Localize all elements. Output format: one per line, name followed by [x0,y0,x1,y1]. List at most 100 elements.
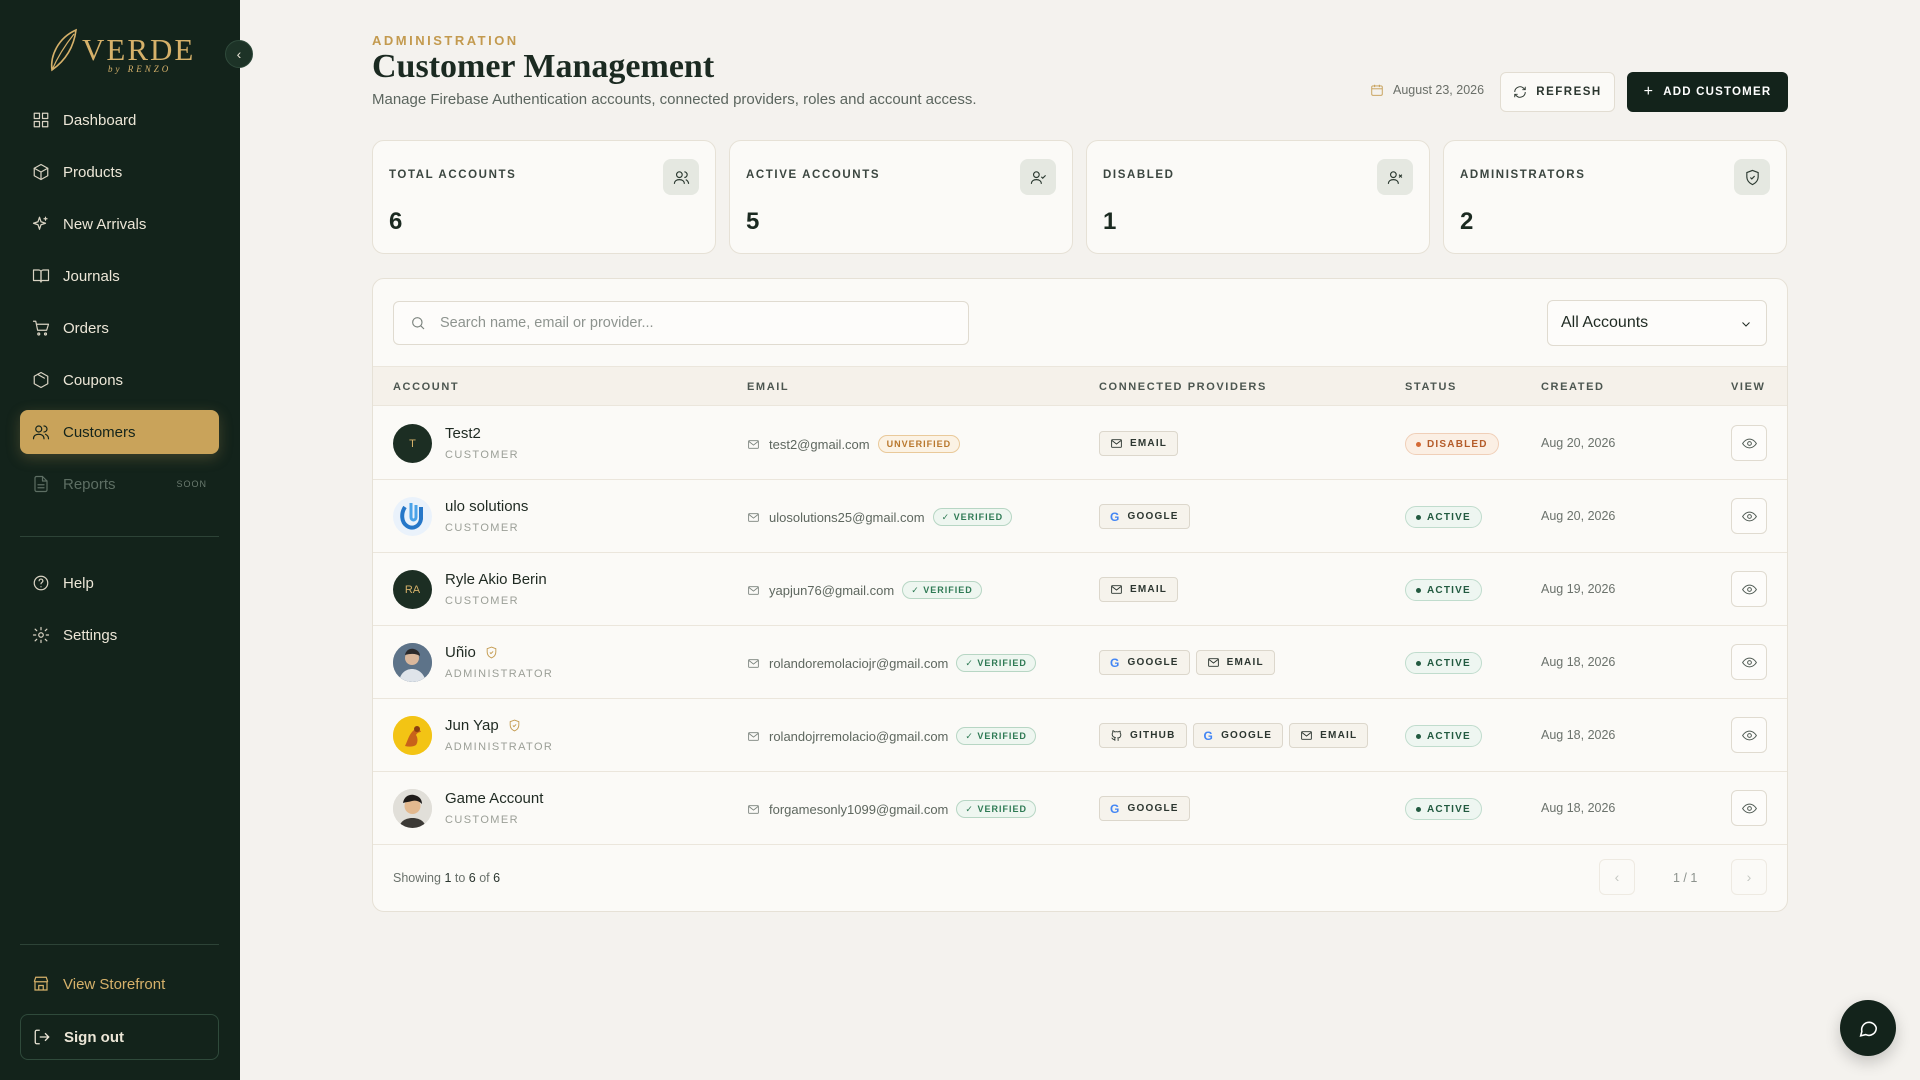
stat-label: ADMINISTRATORS [1460,169,1586,181]
refresh-button[interactable]: REFRESH [1500,72,1615,112]
status-label: ACTIVE [1427,803,1471,815]
verification-label: VERIFIED [977,731,1027,741]
brand-logo[interactable]: VERDE by RENZO [44,24,204,78]
table-row[interactable]: ulo solutions CUSTOMER ulosolutions25@gm… [373,480,1787,553]
tag-icon [33,371,49,389]
mail-icon [1207,656,1220,669]
sidebar-item-settings[interactable]: Settings [20,613,219,657]
provider-label: GOOGLE [1127,511,1179,522]
search-box[interactable] [393,301,969,345]
mail-icon [1110,583,1123,596]
provider-chip: EMAIL [1099,577,1179,602]
table-row[interactable]: Uñio ADMINISTRATOR rolandoremolaciojr@gm… [373,626,1787,699]
logout-icon [34,1029,50,1045]
stat-value: 5 [746,208,760,235]
user-photo-icon [393,716,432,755]
provider-chip: EMAIL [1195,650,1275,675]
account-role: ADMINISTRATOR [445,741,554,753]
users-icon [663,159,699,195]
mail-icon [748,512,759,522]
view-account-button[interactable] [1731,790,1767,826]
view-account-button[interactable] [1731,717,1767,753]
stat-administrators: ADMINISTRATORS 2 [1443,140,1787,254]
table-row[interactable]: RA Ryle Akio Berin CUSTOMER yapjun76@gma… [373,553,1787,626]
sidebar-item-coupons[interactable]: Coupons [20,358,219,402]
current-date: August 23, 2026 [1370,83,1484,97]
eye-icon [1741,584,1757,594]
github-icon [1110,729,1123,742]
view-account-button[interactable] [1731,571,1767,607]
showing-to-word: to [454,871,466,885]
provider-label: GITHUB [1130,730,1176,741]
status-dot-icon [1416,806,1421,812]
check-icon: ✓ [965,657,978,668]
shield-check-icon [1734,159,1770,195]
brand-tagline: by RENZO [108,64,172,74]
status-badge: ACTIVE [1405,798,1482,820]
check-icon: ✓ [911,584,924,595]
sidebar-item-label: New Arrivals [63,215,147,233]
table-row[interactable]: T Test2 CUSTOMER test2@gmail.com UNVERIF… [373,407,1787,480]
refresh-icon [1514,86,1526,98]
soon-badge: SOON [176,479,207,489]
sidebar-item-label: Journals [63,267,120,285]
account-name: Ryle Akio Berin [445,571,547,588]
account-email: yapjun76@gmail.com ✓ VERIFIED [747,581,982,599]
collapse-sidebar-button[interactable]: ‹ [225,40,253,68]
provider-chip: GITHUB [1099,723,1187,748]
showing-from: 1 [444,871,452,885]
table-row[interactable]: Game Account CUSTOMER forgamesonly1099@g… [373,772,1787,845]
sidebar-item-help[interactable]: Help [20,561,219,605]
calendar-icon [1371,84,1383,96]
stat-label: DISABLED [1103,169,1175,181]
table-row[interactable]: Jun Yap ADMINISTRATOR rolandojrremolacio… [373,699,1787,772]
chat-button[interactable] [1840,1000,1896,1056]
account-name: Uñio [445,644,498,661]
status-badge: ACTIVE [1405,506,1482,528]
brand-name: VERDE [82,32,196,67]
plus-icon: + [1643,83,1655,100]
sidebar-item-journals[interactable]: Journals [20,254,219,298]
add-customer-button[interactable]: + ADD CUSTOMER [1627,72,1788,112]
avatar [393,716,432,755]
sidebar: VERDE by RENZO Dashboard Products New Ar… [0,0,240,1080]
provider-label: EMAIL [1226,657,1264,668]
view-storefront-label: View Storefront [63,975,166,993]
account-filter-select[interactable]: All Accounts [1547,300,1767,346]
admin-shield-icon [509,719,519,732]
provider-chip: G GOOGLE [1099,504,1190,529]
sidebar-item-label: Orders [63,319,109,337]
column-header-email: EMAIL [747,381,790,393]
email-text: test2@gmail.com [769,436,870,452]
chevron-right-icon: › [1746,869,1752,885]
view-account-button[interactable] [1731,498,1767,534]
sidebar-item-customers[interactable]: Customers [20,410,219,454]
add-customer-label: ADD CUSTOMER [1663,86,1772,98]
next-page-button[interactable]: › [1731,859,1767,895]
email-text: forgamesonly1099@gmail.com [769,801,949,817]
showing-prefix: Showing [393,871,441,885]
sidebar-item-new-arrivals[interactable]: New Arrivals [20,202,219,246]
provider-chip: G GOOGLE [1192,723,1284,748]
verification-label: VERIFIED [953,512,1004,522]
google-icon: G [1203,728,1215,743]
status-badge: ACTIVE [1405,579,1482,601]
created-date: Aug 18, 2026 [1541,801,1616,815]
sidebar-item-products[interactable]: Products [20,150,219,194]
sidebar-item-label: Customers [63,423,136,441]
sign-out-button[interactable]: Sign out [20,1014,219,1060]
mail-icon [748,731,759,741]
search-input[interactable] [440,315,940,331]
google-icon: G [1110,655,1121,670]
sidebar-item-label: Products [63,163,123,181]
view-account-button[interactable] [1731,644,1767,680]
view-account-button[interactable] [1731,425,1767,461]
sidebar-item-dashboard[interactable]: Dashboard [20,98,219,142]
search-icon [412,317,425,330]
column-header-created: CREATED [1541,381,1605,393]
sidebar-nav: Dashboard Products New Arrivals Journals… [20,98,219,514]
prev-page-button[interactable]: ‹ [1599,859,1635,895]
email-text: rolandojrremolacio@gmail.com [769,728,949,744]
view-storefront-link[interactable]: View Storefront [20,962,219,1006]
sidebar-item-orders[interactable]: Orders [20,306,219,350]
